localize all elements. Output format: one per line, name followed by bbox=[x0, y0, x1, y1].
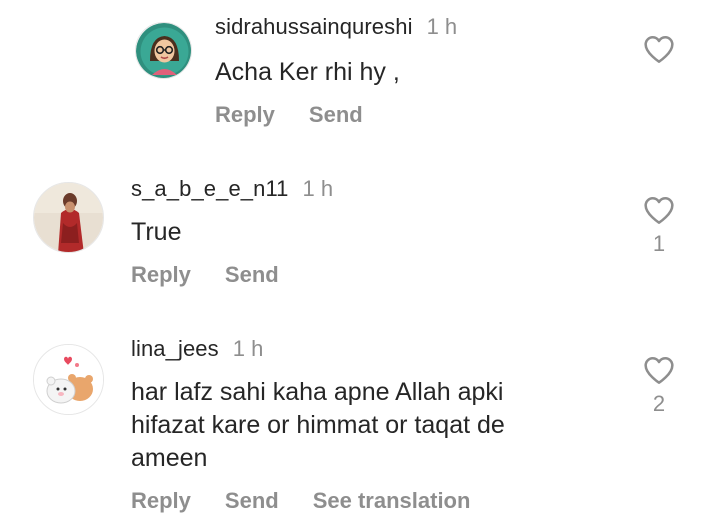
comment-1: sidrahussainqureshi 1 h Acha Ker rhi hy … bbox=[0, 0, 720, 150]
comment-meta: sidrahussainqureshi 1 h bbox=[215, 14, 457, 40]
photo-avatar-icon bbox=[34, 183, 103, 252]
avatar[interactable] bbox=[33, 344, 104, 415]
heart-outline-icon[interactable] bbox=[643, 355, 675, 385]
heart-outline-icon[interactable] bbox=[643, 34, 675, 64]
reply-button[interactable]: Reply bbox=[215, 102, 275, 128]
comment-3: lina_jees 1 h har lafz sahi kaha apne Al… bbox=[0, 320, 720, 525]
like-area bbox=[640, 34, 678, 64]
username[interactable]: s_a_b_e_e_n11 bbox=[131, 176, 289, 202]
username[interactable]: sidrahussainqureshi bbox=[215, 14, 413, 40]
see-translation-button[interactable]: See translation bbox=[313, 488, 471, 514]
like-area: 2 bbox=[640, 355, 678, 417]
send-button[interactable]: Send bbox=[225, 488, 279, 514]
timestamp: 1 h bbox=[232, 336, 264, 361]
comment-text: har lafz sahi kaha apne Allah apki hifaz… bbox=[131, 378, 505, 472]
username[interactable]: lina_jees bbox=[131, 336, 219, 362]
timestamp: 1 h bbox=[426, 14, 458, 39]
comment-meta: lina_jees 1 h bbox=[131, 336, 263, 362]
comment-text: Acha Ker rhi hy , bbox=[215, 58, 400, 86]
comment-actions: Reply Send See translation bbox=[131, 488, 470, 514]
timestamp: 1 h bbox=[302, 176, 334, 201]
like-area: 1 bbox=[640, 195, 678, 257]
heart-outline-icon[interactable] bbox=[643, 195, 675, 225]
avatar[interactable] bbox=[33, 182, 104, 253]
like-count: 2 bbox=[652, 391, 666, 416]
comment-text: True bbox=[131, 218, 182, 246]
comment-meta: s_a_b_e_e_n11 1 h bbox=[131, 176, 333, 202]
comment-actions: Reply Send bbox=[215, 102, 363, 128]
reply-button[interactable]: Reply bbox=[131, 488, 191, 514]
comment-actions: Reply Send bbox=[131, 262, 279, 288]
comment-2: s_a_b_e_e_n11 1 h True Reply Send 1 bbox=[0, 160, 720, 310]
avatar[interactable] bbox=[135, 22, 192, 79]
reply-button[interactable]: Reply bbox=[131, 262, 191, 288]
cartoon-avatar-icon bbox=[136, 23, 191, 78]
send-button[interactable]: Send bbox=[309, 102, 363, 128]
send-button[interactable]: Send bbox=[225, 262, 279, 288]
bears-hug-avatar-icon bbox=[34, 345, 103, 414]
like-count: 1 bbox=[652, 231, 666, 256]
